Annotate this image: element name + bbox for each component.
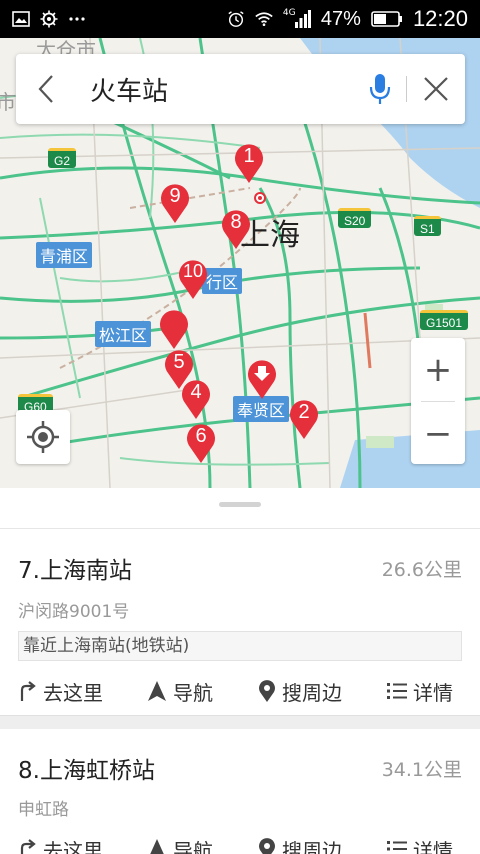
locate-button[interactable] [16, 410, 70, 464]
list-icon [387, 683, 407, 699]
road-shield-g2: G2 [48, 148, 77, 168]
voice-search-button[interactable] [354, 54, 406, 124]
district-qingpu: 青浦区 [36, 242, 93, 268]
details-button[interactable]: 详情 [360, 669, 480, 713]
wifi-icon [255, 10, 273, 28]
clear-search-button[interactable] [407, 54, 465, 124]
results-sheet: 7.上海南站 26.6公里 沪闵路9001号 靠近上海南站(地铁站) 去这里 导… [0, 488, 480, 854]
map-pin-10[interactable]: 10 [176, 256, 210, 300]
result-title[interactable]: 7.上海南站 [18, 551, 132, 585]
navigation-arrow-icon [150, 839, 164, 854]
location-pin-icon [259, 680, 275, 702]
navigate-label: 导航 [173, 838, 213, 854]
search-nearby-label: 搜周边 [282, 680, 342, 705]
locate-icon [27, 421, 59, 453]
list-icon [387, 841, 407, 851]
search-nearby-button[interactable]: 搜周边 [240, 669, 360, 713]
go-here-label: 去这里 [43, 680, 103, 705]
result-separator [0, 715, 480, 729]
go-here-button[interactable]: 去这里 [0, 827, 120, 854]
result-item[interactable]: 7.上海南站 26.6公里 沪闵路9001号 靠近上海南站(地铁站) 去这里 导… [0, 529, 480, 715]
search-nearby-button[interactable]: 搜周边 [240, 827, 360, 854]
search-nearby-label: 搜周边 [282, 838, 342, 854]
battery-percent: 47% [320, 7, 361, 30]
district-songjiang: 松江区 [95, 321, 152, 347]
settings-icon [40, 10, 58, 28]
search-bar: 火车站 [16, 54, 465, 124]
alarm-icon [227, 10, 245, 28]
navigate-button[interactable]: 导航 [120, 827, 240, 854]
details-label: 详情 [413, 838, 453, 854]
map-pin-selected[interactable] [245, 356, 279, 400]
search-input[interactable]: 火车站 [76, 71, 354, 108]
go-here-label: 去这里 [43, 838, 103, 854]
go-here-button[interactable]: 去这里 [0, 669, 120, 713]
clock-time: 12:20 [412, 6, 468, 31]
map-pin-1[interactable]: 1 [232, 140, 266, 184]
location-pin-icon [259, 838, 275, 854]
back-button[interactable] [16, 54, 76, 124]
network-type-label: 4G [282, 8, 296, 18]
signal-icon: 4G [282, 8, 311, 28]
close-icon [424, 77, 448, 101]
result-actions: 去这里 导航 搜周边 详情 [0, 669, 480, 713]
result-address: 沪闵路9001号 [18, 602, 130, 622]
map-pin-9[interactable]: 9 [157, 306, 191, 350]
battery-icon [371, 10, 403, 28]
result-title[interactable]: 8.上海虹桥站 [18, 751, 155, 785]
road-shield-s1: S1 [414, 216, 441, 236]
result-distance: 26.6公里 [381, 559, 462, 581]
result-nearby-tag: 靠近上海南站(地铁站) [18, 631, 462, 661]
details-button[interactable]: 详情 [360, 827, 480, 854]
zoom-out-button[interactable]: − [411, 402, 465, 465]
navigation-arrow-icon [148, 681, 166, 701]
result-item[interactable]: 8.上海虹桥站 34.1公里 申虹路 去这里 导航 搜周边 详情 [0, 729, 480, 854]
more-icon [68, 10, 86, 28]
road-shield-s20: S20 [338, 208, 372, 228]
map-pin-7[interactable]: 8 [219, 206, 253, 250]
result-actions: 去这里 导航 搜周边 详情 [0, 827, 480, 854]
map-edge-label: 市 [0, 90, 16, 114]
route-icon [20, 681, 36, 701]
back-arrow-icon [38, 75, 53, 103]
zoom-controls: + − [411, 338, 465, 464]
status-bar: 4G 47% 12:20 [0, 0, 480, 38]
microphone-icon [369, 74, 391, 104]
road-shield-g1501: G1501 [420, 310, 469, 330]
result-distance: 34.1公里 [381, 759, 462, 781]
map-pin-4[interactable]: 4 [179, 376, 213, 420]
map-pin-2[interactable]: 2 [287, 396, 321, 440]
map-pin-6[interactable]: 6 [184, 420, 218, 464]
navigate-button[interactable]: 导航 [120, 669, 240, 713]
navigate-label: 导航 [173, 680, 213, 705]
sheet-drag-handle[interactable] [219, 502, 261, 507]
result-address: 申虹路 [18, 800, 69, 820]
route-icon [20, 839, 36, 854]
map-pin-8[interactable]: 9 [158, 180, 192, 224]
image-icon [12, 10, 30, 28]
zoom-in-button[interactable]: + [411, 338, 465, 401]
details-label: 详情 [413, 680, 453, 705]
